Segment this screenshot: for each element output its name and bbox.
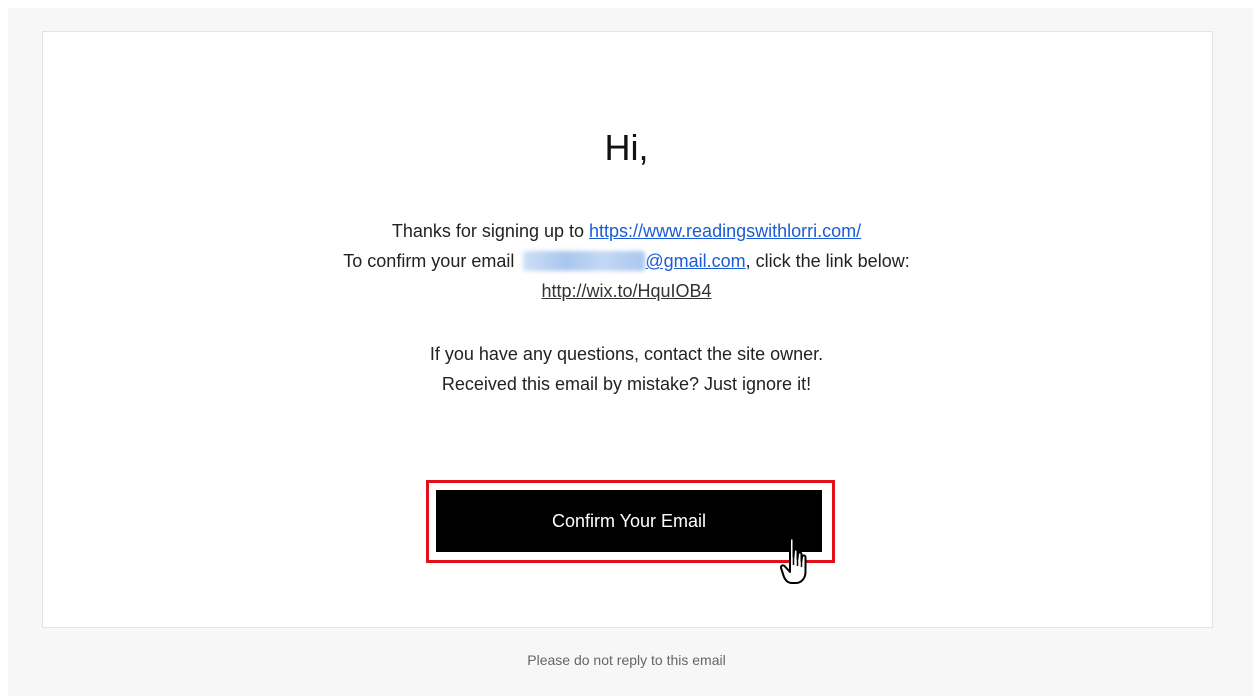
footer-note: Please do not reply to this email <box>527 652 726 668</box>
signup-info-block: Thanks for signing up to https://www.rea… <box>0 216 1253 306</box>
help-info-block: If you have any questions, contact the s… <box>0 339 1253 399</box>
confirm-link-line: http://wix.to/HquIOB4 <box>0 276 1253 306</box>
redacted-username <box>523 251 646 271</box>
confirm-line: To confirm your email @gmail.com, click … <box>0 246 1253 276</box>
confirm-suffix: , click the link below: <box>745 251 910 271</box>
confirm-prefix: To confirm your email <box>343 251 520 271</box>
email-domain: @gmail.com <box>645 251 746 271</box>
site-link[interactable]: https://www.readingswithlorri.com/ <box>589 221 861 241</box>
signup-prefix: Thanks for signing up to <box>391 221 590 241</box>
mistake-line: Received this email by mistake? Just ign… <box>441 374 812 394</box>
hand-pointer-icon <box>780 537 807 584</box>
questions-line: If you have any questions, contact the s… <box>429 344 824 364</box>
signup-line: Thanks for signing up to https://www.rea… <box>0 216 1253 246</box>
greeting-heading: Hi, <box>604 127 649 168</box>
confirm-email-button[interactable]: Confirm Your Email <box>436 490 822 552</box>
confirm-short-link[interactable]: http://wix.to/HquIOB4 <box>541 281 711 301</box>
email-address-link[interactable]: @gmail.com <box>519 251 746 271</box>
